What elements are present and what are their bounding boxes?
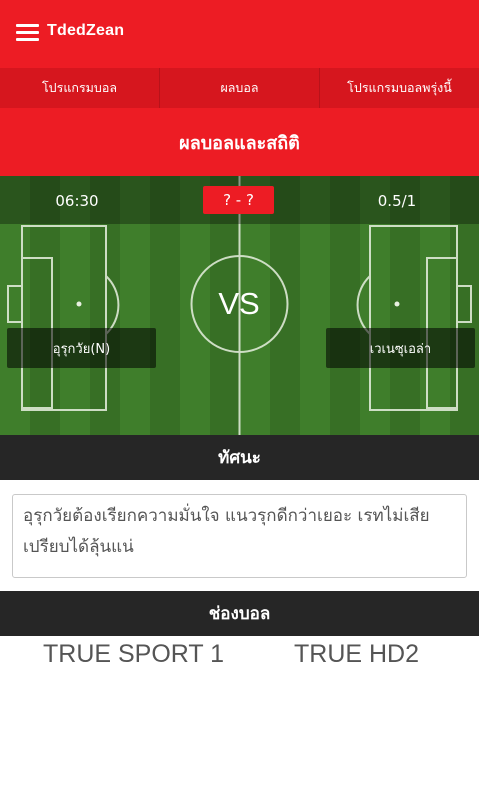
away-team[interactable]: เวเนซุเอล่า (326, 328, 475, 368)
channels-heading: ช่องบอล (0, 591, 479, 636)
channel-item: TRUE SPORT 1 (43, 640, 225, 668)
score-badge: ? - ? (203, 186, 274, 214)
app-header: TdedZean (0, 0, 479, 68)
analysis-heading: ทัศนะ (0, 435, 479, 480)
site-logo-text[interactable]: TdedZean (47, 22, 124, 40)
handicap-odds: 0.5/1 (377, 192, 417, 210)
versus-label: VS (218, 286, 260, 321)
hamburger-menu-icon[interactable] (16, 24, 39, 42)
channel-item: TRUE HD2 (294, 640, 420, 668)
match-card: 06:30 ? - ? 0.5/1 VS อุรุกวัย(N) เวเนซุเ… (0, 176, 479, 435)
home-team[interactable]: อุรุกวัย(N) (7, 328, 156, 368)
kickoff-time: 06:30 (55, 192, 99, 210)
nav-item-results[interactable]: ผลบอล (160, 68, 320, 108)
top-nav: โปรแกรมบอล ผลบอล โปรแกรมบอลพรุ่งนี้ (0, 68, 479, 108)
page-title: ผลบอลและสถิติ (0, 108, 479, 176)
channel-list: TRUE SPORT 1 TRUE HD2 (0, 640, 479, 680)
nav-item-tomorrow[interactable]: โปรแกรมบอลพรุ่งนี้ (320, 68, 479, 108)
analysis-text: อุรุกวัยต้องเรียกความมั่นใจ แนวรุกดีกว่า… (12, 494, 467, 578)
nav-item-program[interactable]: โปรแกรมบอล (0, 68, 160, 108)
